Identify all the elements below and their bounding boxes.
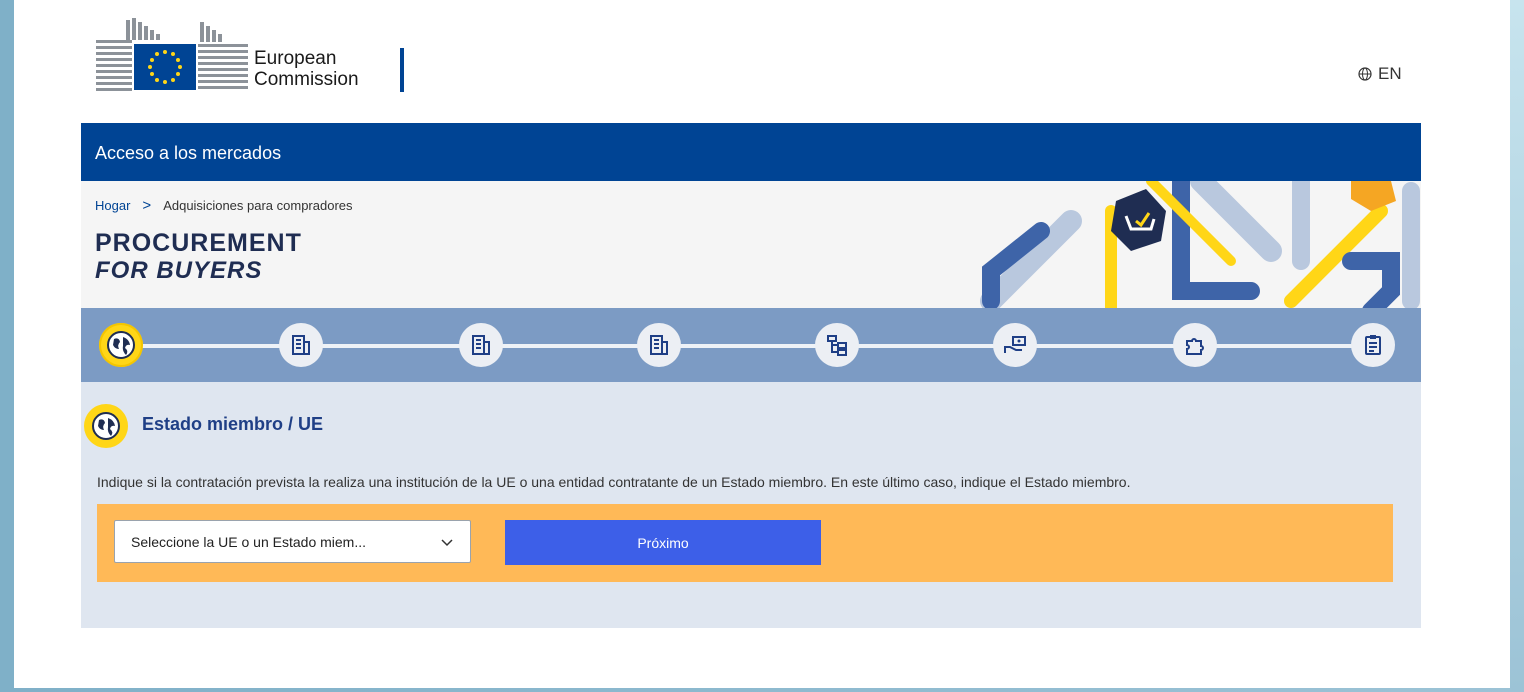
- step-content-panel: Estado miembro / UE Indique si la contra…: [81, 382, 1421, 628]
- clipboard-icon: [1365, 335, 1381, 355]
- step-5[interactable]: [815, 323, 859, 367]
- procurement-illustration: [980, 181, 1420, 308]
- building-icon: [292, 335, 310, 355]
- chevron-down-icon: [441, 539, 453, 547]
- site-name-bar: Acceso a los mercados: [81, 123, 1421, 181]
- step-3[interactable]: [459, 323, 503, 367]
- step-8[interactable]: [1351, 323, 1395, 367]
- page-title-line2: FOR BUYERS: [95, 257, 302, 285]
- select-placeholder: Seleccione la UE o un Estado miem...: [131, 533, 367, 550]
- european-commission-logo[interactable]: European Commission: [96, 18, 406, 98]
- building-icon: [472, 335, 490, 355]
- step-7[interactable]: [1173, 323, 1217, 367]
- title-bold: BUYERS: [156, 257, 263, 284]
- breadcrumb-separator: >: [142, 197, 152, 214]
- language-selector[interactable]: EN: [1358, 64, 1402, 84]
- org-name-line2: Commission: [254, 69, 359, 90]
- money-hand-icon: [1004, 336, 1026, 353]
- page-title: PROCUREMENT FOR BUYERS: [95, 229, 302, 285]
- site-title[interactable]: Acceso a los mercados: [95, 143, 281, 164]
- section-instructions: Indique si la contratación prevista la r…: [97, 474, 1131, 490]
- member-state-select[interactable]: Seleccione la UE o un Estado miem...: [114, 520, 471, 563]
- step-2[interactable]: [279, 323, 323, 367]
- org-name-line1: European: [254, 48, 337, 69]
- step-4[interactable]: [637, 323, 681, 367]
- building-icon: [650, 335, 668, 355]
- member-state-form: Seleccione la UE o un Estado miem... Pró…: [97, 504, 1393, 582]
- globe-icon: [107, 331, 135, 359]
- page-title-line1: PROCUREMENT: [95, 229, 302, 257]
- title-prefix: FOR: [95, 257, 157, 284]
- progress-steps: [81, 308, 1421, 382]
- globe-icon: [92, 412, 120, 440]
- flowchart-icon: [827, 335, 847, 356]
- step-6[interactable]: [993, 323, 1037, 367]
- section-globe-icon: [84, 404, 128, 448]
- ec-logo-icon: [96, 18, 404, 92]
- window-edge: [1510, 0, 1524, 692]
- breadcrumb: Hogar > Adquisiciones para compradores: [95, 197, 353, 214]
- breadcrumb-home-link[interactable]: Hogar: [95, 198, 130, 213]
- puzzle-icon: [1186, 338, 1204, 355]
- language-code: EN: [1378, 64, 1402, 83]
- next-button[interactable]: Próximo: [505, 520, 821, 565]
- section-title: Estado miembro / UE: [142, 414, 324, 434]
- step-1-member-state[interactable]: [99, 323, 143, 367]
- page-banner: Hogar > Adquisiciones para compradores P…: [81, 181, 1421, 308]
- globe-icon: [1358, 67, 1372, 81]
- breadcrumb-current: Adquisiciones para compradores: [163, 198, 353, 213]
